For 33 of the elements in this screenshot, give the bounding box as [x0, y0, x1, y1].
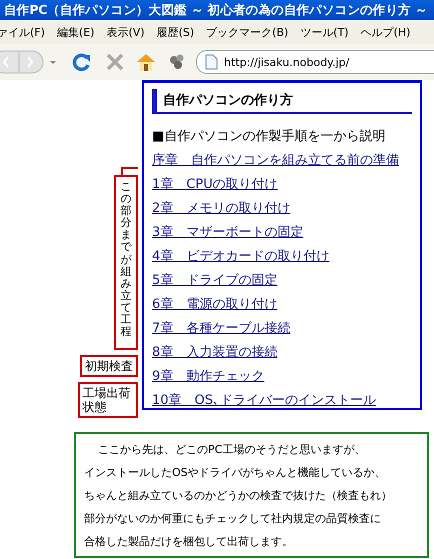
- annotation-label: この部分までが組み立て工程: [120, 181, 132, 340]
- chapter-link[interactable]: 4章 ビデオカードの取り付け: [152, 245, 330, 269]
- page-icon: [205, 54, 218, 70]
- menu-item[interactable]: ヘルプ(H): [360, 24, 410, 40]
- intro-text: ■自作パソコンの作製手順を一から説明: [152, 128, 386, 146]
- note-text: ちゃんと組み立ているのかどうかの検査で抜けた（検査もれ）: [84, 488, 393, 504]
- chapter-link[interactable]: 3章 マザーボートの固定: [152, 221, 304, 245]
- panel-heading: 自作パソコンの作り方: [152, 89, 412, 114]
- address-field[interactable]: http://jisaku.nobody.jp/: [196, 50, 434, 74]
- menu-item[interactable]: ツール(T): [300, 24, 349, 40]
- menu-item[interactable]: 履歴(S): [156, 24, 194, 40]
- chapter-link[interactable]: 2章 メモリの取り付け: [152, 197, 290, 221]
- menu-item[interactable]: 表示(V): [106, 24, 145, 40]
- reload-icon[interactable]: [72, 52, 92, 72]
- chapter-link[interactable]: 1章 CPUの取り付け: [152, 173, 278, 197]
- menu-item[interactable]: ブックマーク(B): [206, 24, 288, 40]
- annotation-label: 初期検査: [80, 355, 138, 377]
- chapter-link[interactable]: 10章 OS､ドライバーのインストール: [152, 389, 376, 413]
- annotation-label: 工場出荷状態: [78, 382, 138, 418]
- bookmark-manager-icon[interactable]: [168, 53, 186, 71]
- chapter-link[interactable]: 9章 動作チェック: [152, 365, 264, 389]
- note-text: インストールしたOSやドライバがちゃんと機能しているか、: [84, 465, 387, 481]
- menu-item[interactable]: 編集(E): [56, 24, 94, 40]
- chapter-link[interactable]: 序章 自作パソコンを組み立てる前の準備: [152, 149, 399, 173]
- chapter-link[interactable]: 7章 各種ケーブル接続: [152, 317, 290, 341]
- note-text: 合格した製品だけを梱包して出荷します。: [84, 534, 294, 550]
- window-title: 自作PC（自作パソコン）大図鑑 ～ 初心者の為の自作パソコンの作り方 ～: [0, 0, 434, 20]
- chapter-link[interactable]: 5章 ドライブの固定: [152, 269, 278, 293]
- chapter-link[interactable]: 8章 入力装置の接続: [152, 341, 278, 365]
- home-icon[interactable]: [136, 52, 156, 72]
- note-text: ここから先は、どこのPC工場のそうだと思いますが、: [97, 442, 366, 458]
- chapter-link[interactable]: 6章 電源の取り付け: [152, 293, 278, 317]
- note-text: 部分がないのか何重にもチェックして社内規定の品質検査に: [84, 511, 382, 527]
